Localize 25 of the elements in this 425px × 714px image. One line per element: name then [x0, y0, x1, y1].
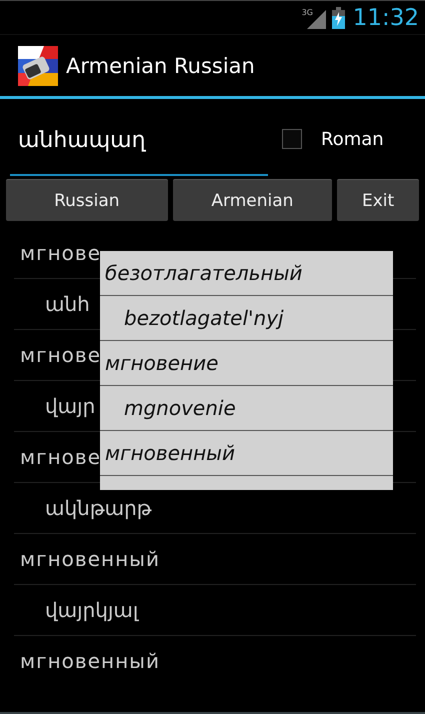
- armenian-translation[interactable]: վայրկյալ: [14, 598, 138, 622]
- russian-word[interactable]: мгнове: [14, 445, 101, 469]
- russian-word[interactable]: мгновенный: [14, 547, 160, 571]
- suggestion-item[interactable]: mgnovenie: [100, 386, 393, 431]
- armenian-translation[interactable]: վայր: [14, 394, 96, 418]
- app-icon: [18, 46, 58, 86]
- suggestion-item[interactable]: безотлагательный: [100, 251, 393, 296]
- russian-word[interactable]: мгнове: [14, 343, 101, 367]
- app-title: Armenian Russian: [66, 54, 255, 78]
- network-label: 3G: [302, 8, 313, 16]
- battery-charging-icon: [332, 6, 345, 28]
- armenian-button[interactable]: Armenian: [172, 179, 332, 221]
- russian-word[interactable]: мгновенный: [14, 649, 160, 673]
- russian-word[interactable]: мгнове: [14, 241, 101, 265]
- suggestion-item[interactable]: мгновенный: [100, 431, 393, 476]
- clock-time: 11:32: [352, 4, 419, 30]
- russian-button[interactable]: Russian: [6, 179, 168, 221]
- exit-button[interactable]: Exit: [337, 179, 419, 221]
- search-field[interactable]: անհապաղ: [10, 120, 268, 176]
- armenian-translation[interactable]: ակնթարթ: [14, 496, 152, 520]
- armenian-translation[interactable]: անհ: [14, 292, 90, 316]
- roman-label: Roman: [321, 128, 384, 150]
- roman-checkbox[interactable]: [282, 129, 302, 149]
- suggestion-item[interactable]: bezotlagatel'nyj: [100, 296, 393, 341]
- suggestion-item[interactable]: мгновение: [100, 341, 393, 386]
